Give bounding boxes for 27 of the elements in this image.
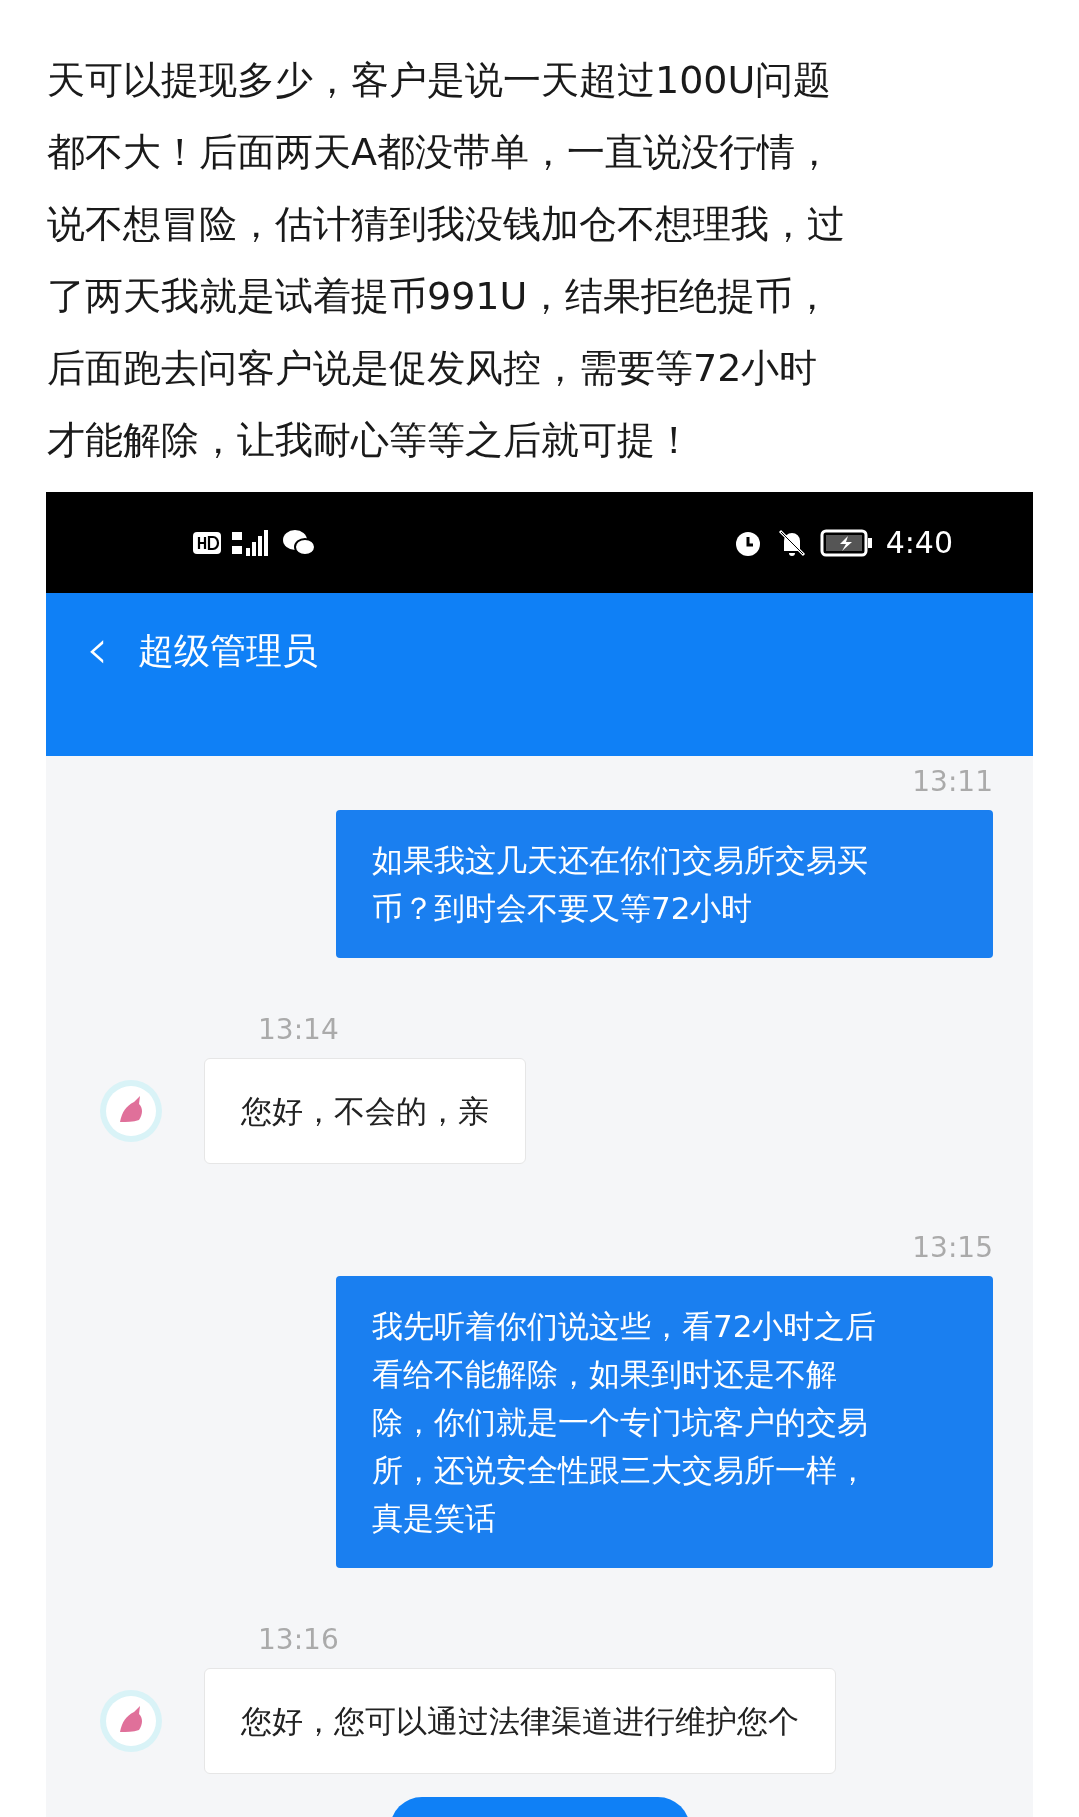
message-text: 除，你们就是一个专门坑客户的交易	[372, 1403, 869, 1442]
avatar-icon	[98, 1078, 164, 1144]
chat-icon	[282, 528, 316, 557]
article-text: 天可以提现多少，客户是说一天超过100U问题	[47, 57, 833, 104]
message-text: 币？到时会不要又等72小时	[372, 889, 754, 928]
message-text: 真是笑话	[372, 1499, 497, 1538]
message-time: 13:15	[912, 1230, 993, 1266]
message-time: 13:14	[258, 1012, 339, 1048]
hd-icon	[192, 530, 222, 555]
message-text: 您好，您可以通过法律渠道进行维护您个	[241, 1702, 799, 1741]
avatar-icon	[98, 1688, 164, 1754]
message-text: 所，还说安全性跟三大交易所一样，	[372, 1451, 869, 1490]
article-text: 才能解除，让我耐心等等之后就可提！	[47, 417, 694, 464]
message-text: 如果我这几天还在你们交易所交易买	[372, 841, 869, 880]
message-time: 13:11	[912, 764, 993, 800]
message-time: 13:16	[258, 1622, 339, 1658]
back-button[interactable]: ‹	[86, 621, 109, 677]
article-text: 了两天我就是试着提币991U，结果拒绝提币，	[47, 273, 833, 320]
status-time: 4:40	[885, 525, 953, 560]
article-text: 说不想冒险，估计猜到我没钱加仓不想理我，过	[47, 201, 846, 248]
message-text: 您好，不会的，亲	[241, 1092, 489, 1131]
chat-title: 超级管理员	[138, 629, 319, 673]
battery-icon	[819, 527, 874, 558]
message-text: 看给不能解除，如果到时还是不解	[372, 1355, 838, 1394]
article-text: 都不大！后面两天A都没带单，一直说没行情，	[47, 129, 834, 176]
message-text: 我先听着你们说这些，看72小时之后	[372, 1307, 878, 1346]
article-text: 后面跑去问客户说是促发风控，需要等72小时	[47, 345, 819, 392]
